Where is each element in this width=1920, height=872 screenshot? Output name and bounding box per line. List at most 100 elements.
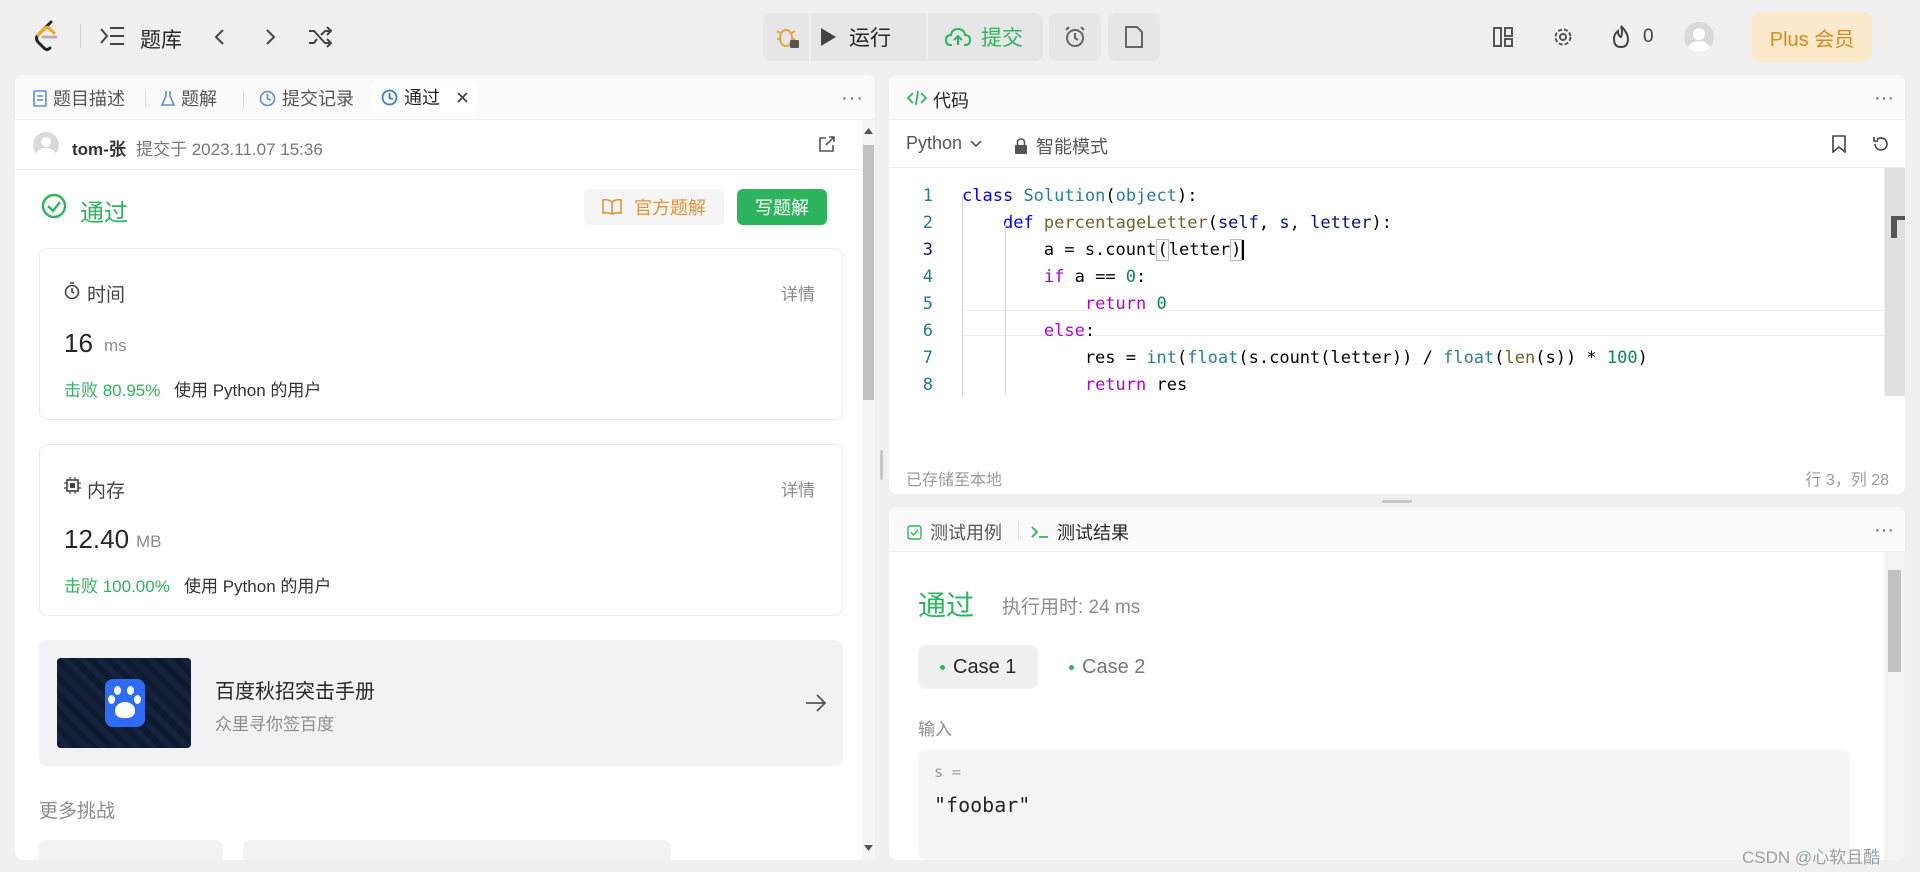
shuffle-icon[interactable] <box>308 26 332 48</box>
gear-icon[interactable] <box>1553 27 1573 47</box>
tab-description-label: 题目描述 <box>53 89 125 109</box>
submit-button[interactable]: 提交 <box>945 13 1023 61</box>
code-more-options-icon[interactable]: ··· <box>1874 87 1894 110</box>
list-icon[interactable] <box>99 25 125 47</box>
challenge-card[interactable] <box>39 840 223 860</box>
line-number: 4 <box>922 267 933 287</box>
write-solution-button[interactable]: 写题解 <box>737 189 827 225</box>
memory-card: 内存 详情 12.40 MB 击败 100.00% 使用 Python 的用户 <box>39 444 843 616</box>
problem-bank-link[interactable]: 题库 <box>140 24 182 54</box>
scroll-up-arrow-icon[interactable] <box>864 128 873 134</box>
result-more-options-icon[interactable]: ··· <box>1874 519 1894 542</box>
runtime-beats-suffix: 使用 Python 的用户 <box>174 381 322 400</box>
language-select[interactable]: Python <box>906 133 982 154</box>
result-status: 通过 <box>918 590 975 621</box>
checkbox-icon <box>907 524 922 540</box>
submitter-name[interactable]: tom-张 <box>72 135 126 160</box>
promo-banner[interactable]: 百度秋招突击手册 众里寻你签百度 <box>39 640 843 766</box>
tab-passed[interactable]: 通过 <box>371 81 479 113</box>
bookmark-icon[interactable] <box>1832 135 1846 153</box>
promo-thumbnail <box>57 658 191 748</box>
tab-solutions[interactable]: 题解 <box>161 85 217 111</box>
fire-count: 0 <box>1643 26 1654 47</box>
editor-scrollbar-thumb[interactable] <box>1885 168 1905 396</box>
official-solution-label: 官方题解 <box>634 198 706 218</box>
horizontal-splitter-handle[interactable] <box>1382 500 1412 503</box>
runtime-detail-link[interactable]: 详情 <box>781 280 815 305</box>
fire-icon[interactable] <box>1610 24 1632 49</box>
code-line: else: <box>1043 321 1096 341</box>
code-editor[interactable]: 1 2 3 4 5 6 7 8 class Solution(object): … <box>889 168 1905 458</box>
code-line: res = int(float(s.count(letter)) / float… <box>962 348 1648 368</box>
result-scrollbar[interactable] <box>1884 552 1905 860</box>
memory-beats-suffix: 使用 Python 的用户 <box>184 577 332 596</box>
leetcode-logo-icon[interactable] <box>32 20 62 52</box>
close-icon[interactable] <box>456 91 469 104</box>
submission-time: 提交于 2023.11.07 15:36 <box>136 140 323 159</box>
submission-user-row: tom-张 提交于 2023.11.07 15:36 <box>15 120 860 170</box>
line-number: 3 <box>922 240 933 260</box>
left-scrollbar-thumb[interactable] <box>863 145 874 400</box>
avatar[interactable] <box>1684 22 1714 52</box>
input-value-box: s = "foobar" <box>918 750 1850 860</box>
saved-status: 已存储至本地 <box>906 472 1003 489</box>
line-number: 6 <box>922 321 933 341</box>
history-active-icon <box>381 89 398 105</box>
line-number: 5 <box>922 294 933 314</box>
runtime-beats: 击败 80.95% <box>64 381 161 400</box>
submission-status: 通过 <box>80 200 128 227</box>
share-icon[interactable] <box>818 135 836 153</box>
line-number: 2 <box>922 213 933 233</box>
left-scrollbar[interactable] <box>862 120 875 860</box>
tab-submissions[interactable]: 提交记录 <box>259 85 354 111</box>
indent-guide <box>1005 223 1006 395</box>
result-scrollbar-thumb[interactable] <box>1888 570 1901 672</box>
smart-mode-toggle[interactable]: 智能模式 <box>1014 133 1108 159</box>
reset-icon[interactable] <box>1872 135 1890 153</box>
scroll-down-arrow-icon[interactable] <box>864 845 873 851</box>
chevron-right-icon[interactable] <box>263 28 277 46</box>
chip-icon <box>64 477 81 494</box>
challenge-card[interactable] <box>243 840 671 860</box>
code-line: if a == 0: <box>1043 267 1147 287</box>
runtime-title: 时间 <box>87 285 126 306</box>
chevron-left-icon[interactable] <box>213 28 227 46</box>
code-line: def percentageLetter(self, s, letter): <box>1002 213 1393 233</box>
runtime-value: 16 <box>64 328 93 358</box>
memory-detail-link[interactable]: 详情 <box>781 476 815 501</box>
notes-button[interactable] <box>1108 13 1160 61</box>
tab-description[interactable]: 题目描述 <box>33 85 125 111</box>
vertical-splitter-handle[interactable] <box>880 450 883 480</box>
arrow-right-icon[interactable] <box>805 693 827 713</box>
flask-icon <box>161 90 175 106</box>
stopwatch-icon <box>64 282 80 300</box>
promo-title: 百度秋招突击手册 <box>215 681 375 703</box>
promo-subtitle: 众里寻你签百度 <box>215 715 334 734</box>
baidu-paw-icon <box>105 679 145 727</box>
code-footer: 已存储至本地 行 3，列 28 <box>889 458 1905 494</box>
editor-scrollbar[interactable] <box>1884 168 1905 396</box>
user-avatar[interactable] <box>33 132 59 158</box>
more-challenges-heading: 更多挑战 <box>39 801 116 822</box>
case-2-tab[interactable]: Case 2 <box>1047 645 1167 689</box>
timer-button[interactable] <box>1049 13 1101 61</box>
official-solution-button[interactable]: 官方题解 <box>584 189 724 225</box>
memory-title: 内存 <box>87 481 126 502</box>
plus-member-button[interactable]: Plus 会员 <box>1752 12 1872 62</box>
debug-bug-icon[interactable] <box>776 25 800 49</box>
tab-testcase[interactable]: 测试用例 <box>907 519 1002 545</box>
case-pass-dot <box>940 664 945 670</box>
result-panel: 测试用例 测试结果 ··· 通过 执行用时: 24 ms Case 1 Case… <box>889 507 1905 860</box>
smart-mode-label: 智能模式 <box>1036 137 1108 157</box>
layout-icon[interactable] <box>1493 27 1513 47</box>
document-icon <box>33 89 47 107</box>
run-button[interactable]: 运行 <box>819 13 891 61</box>
tab-test-result[interactable]: 测试结果 <box>1031 519 1129 545</box>
tab-passed-label: 通过 <box>404 88 440 108</box>
watermark: CSDN @心软且酷 <box>1742 848 1881 867</box>
case-1-tab[interactable]: Case 1 <box>918 645 1039 689</box>
line-number: 7 <box>922 348 933 368</box>
play-icon <box>821 28 836 46</box>
code-panel-title: 代码 <box>933 91 969 111</box>
more-options-icon[interactable]: ··· <box>841 87 864 110</box>
